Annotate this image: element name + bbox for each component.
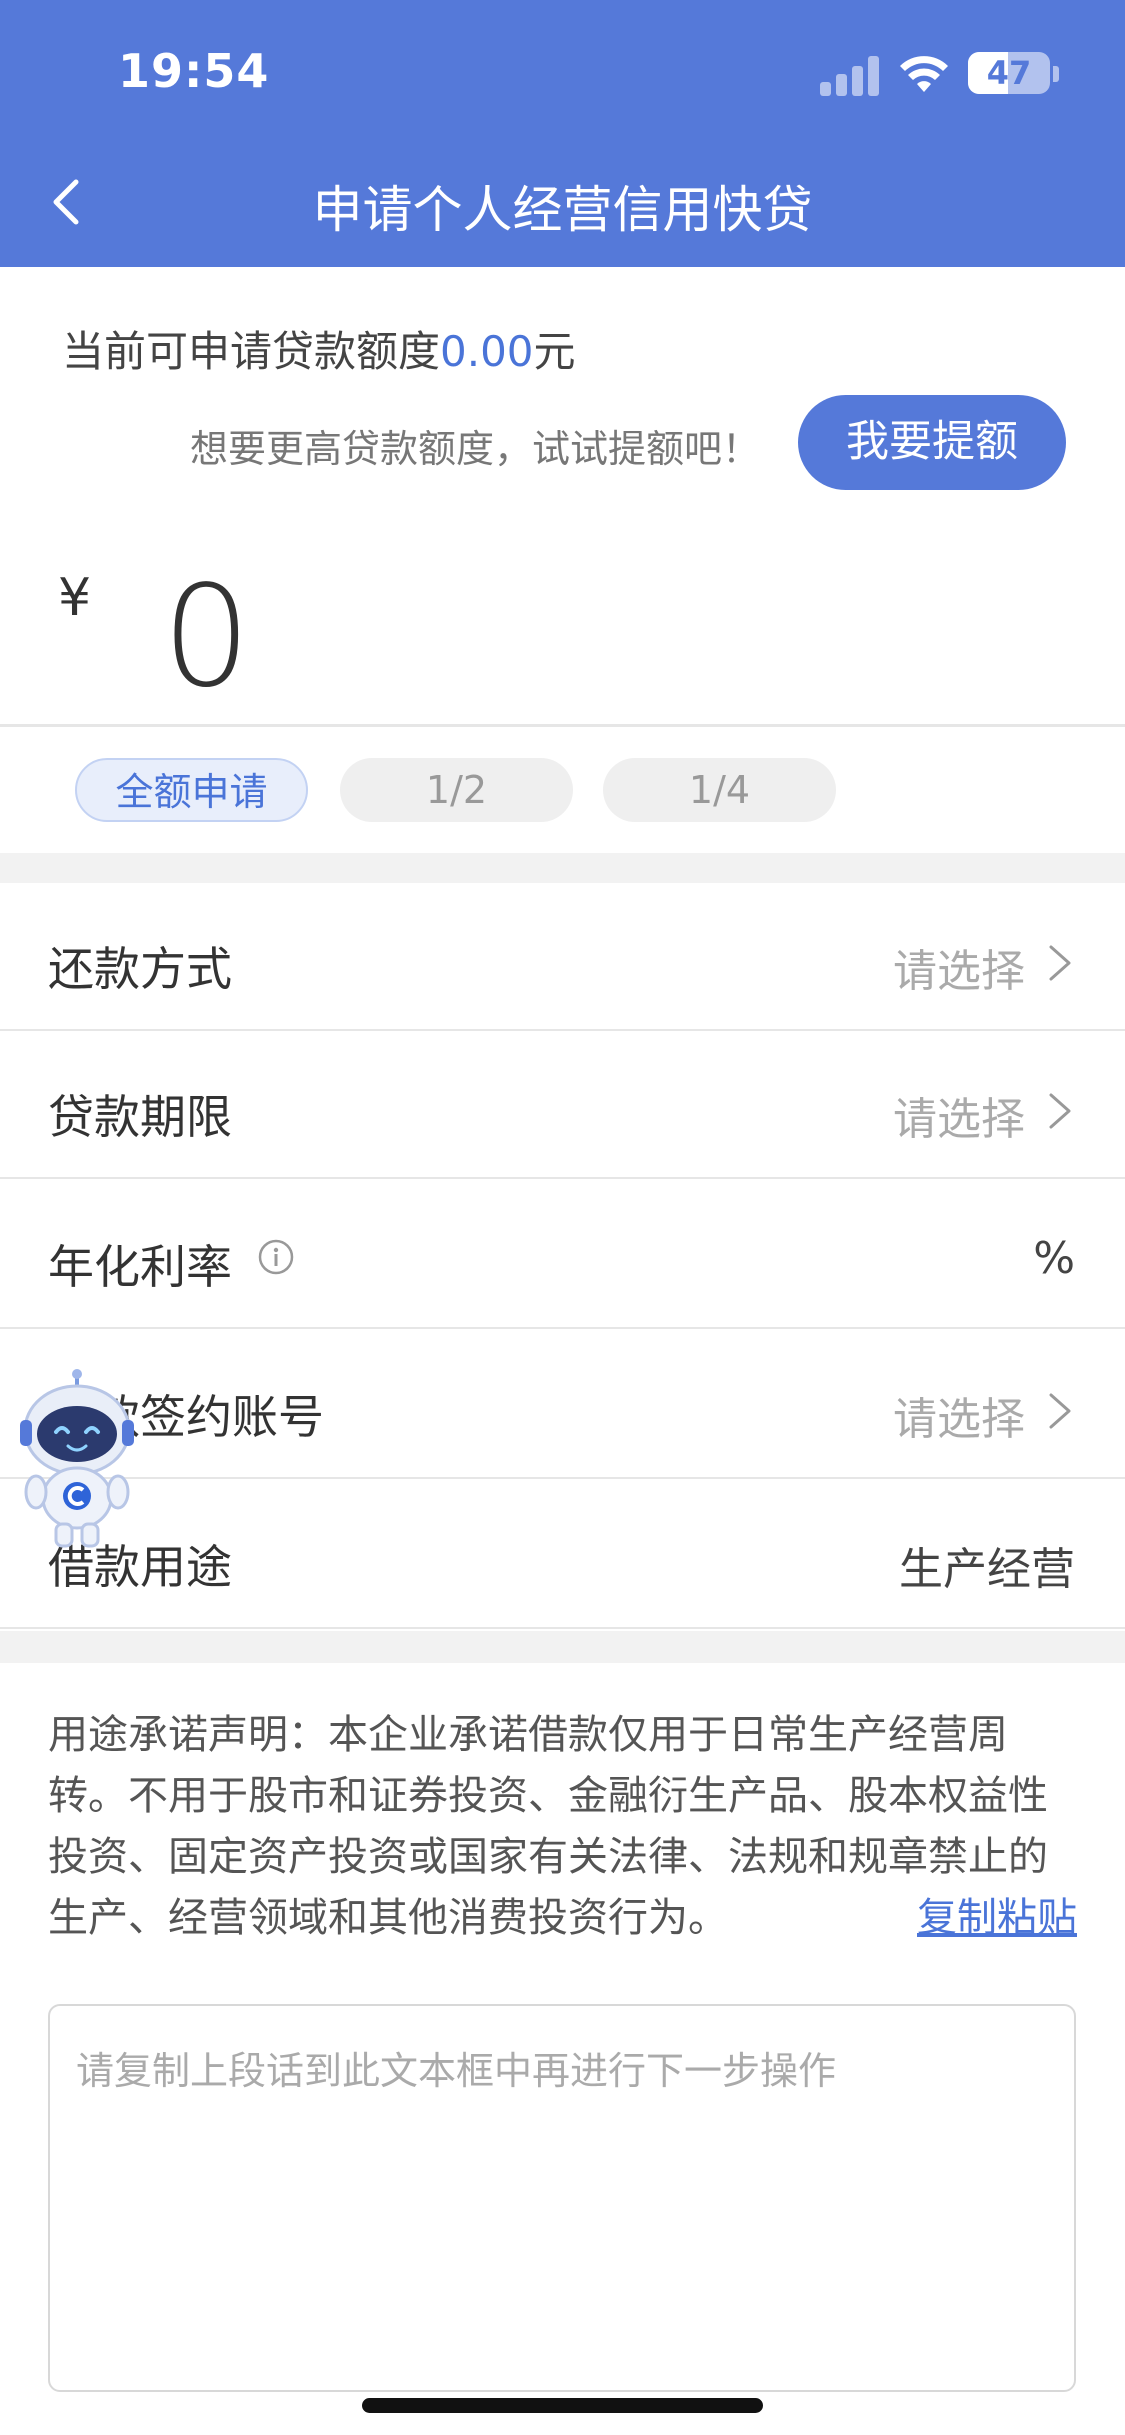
wifi-icon <box>900 56 948 92</box>
row-annual-rate: 年化利率 % <box>0 1181 1125 1329</box>
loan-term-label: 贷款期限 <box>48 1090 232 1144</box>
quota-amount: 0.00 <box>440 327 534 376</box>
currency-symbol: ¥ <box>58 568 92 628</box>
repayment-method-value: 请选择 <box>893 946 1025 997</box>
copy-paste-link[interactable]: 复制粘贴 <box>917 1888 1077 1949</box>
battery-level: 47 <box>986 54 1032 92</box>
loan-purpose-value: 生产经营 <box>899 1544 1075 1595</box>
section-divider <box>0 1631 1125 1663</box>
chevron-right-icon <box>1049 1393 1071 1429</box>
available-quota: 当前可申请贷款额度0.00元 <box>62 318 576 379</box>
status-time: 19:54 <box>118 44 270 98</box>
chip-half[interactable]: 1/2 <box>340 758 573 822</box>
quota-label: 当前可申请贷款额度 <box>62 327 441 376</box>
statement-input[interactable]: 请复制上段话到此文本框中再进行下一步操作 <box>48 2004 1076 2392</box>
annual-rate-label: 年化利率 <box>48 1240 232 1294</box>
section-divider <box>0 853 1125 883</box>
robot-assistant-icon[interactable] <box>12 1368 142 1550</box>
raise-limit-button[interactable]: 我要提额 <box>798 395 1066 490</box>
page-title: 申请个人经营信用快贷 <box>312 181 813 239</box>
row-repayment-method[interactable]: 还款方式 请选择 <box>0 883 1125 1031</box>
signing-account-value: 请选择 <box>893 1394 1025 1445</box>
battery-icon: 47 <box>968 52 1050 94</box>
info-icon[interactable] <box>258 1239 294 1275</box>
raise-hint: 想要更高贷款额度，试试提额吧！ <box>190 427 761 471</box>
loan-term-value: 请选择 <box>893 1094 1025 1145</box>
annual-rate-value: % <box>1033 1233 1075 1284</box>
quota-unit: 元 <box>533 327 576 376</box>
loan-amount-input[interactable]: 0 <box>162 558 251 718</box>
chevron-right-icon <box>1049 1093 1071 1129</box>
row-loan-purpose: 借款用途 生产经营 <box>0 1481 1125 1629</box>
row-signing-account[interactable]: 贷款签约账号 请选择 <box>0 1331 1125 1479</box>
chip-full-amount[interactable]: 全额申请 <box>75 758 308 822</box>
row-loan-term[interactable]: 贷款期限 请选择 <box>0 1031 1125 1179</box>
chip-quarter[interactable]: 1/4 <box>603 758 836 822</box>
chevron-right-icon <box>1049 945 1071 981</box>
header-bar: 19:54 47 申请个人经营信用快贷 <box>0 0 1125 267</box>
cellular-signal-icon <box>820 56 882 96</box>
battery-tip <box>1053 66 1059 82</box>
home-indicator <box>362 2398 763 2413</box>
repayment-method-label: 还款方式 <box>48 942 232 996</box>
amount-underline <box>0 724 1125 727</box>
